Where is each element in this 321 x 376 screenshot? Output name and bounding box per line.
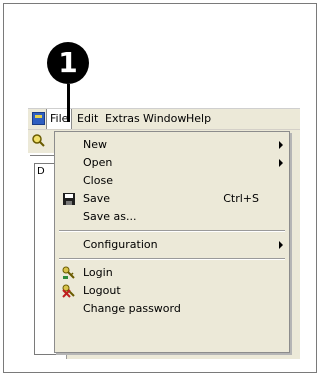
menu-item-label: Open xyxy=(83,156,113,169)
menu-edit[interactable]: Edit xyxy=(74,109,101,129)
menu-separator xyxy=(59,258,285,260)
menu-item-label: Save xyxy=(83,192,111,205)
callout-number: 1 xyxy=(47,42,89,84)
menu-item-label: Change password xyxy=(83,302,181,315)
menu-extras[interactable]: Extras xyxy=(102,109,143,129)
menu-item-new[interactable]: New xyxy=(55,136,289,154)
app-icon xyxy=(32,112,45,125)
menu-item-label: New xyxy=(83,138,107,151)
submenu-arrow-icon xyxy=(279,159,283,167)
key-logout-icon xyxy=(62,284,75,298)
menu-item-label: Configuration xyxy=(83,238,158,251)
menu-item-open[interactable]: Open xyxy=(55,154,289,172)
menu-item-logout[interactable]: Logout xyxy=(55,282,289,300)
menu-item-close[interactable]: Close xyxy=(55,172,289,190)
menu-separator xyxy=(59,230,285,232)
panel-label: D xyxy=(37,166,45,177)
menu-item-save[interactable]: Save Ctrl+S xyxy=(55,190,289,208)
menu-help[interactable]: Help xyxy=(183,109,214,129)
menu-item-change-password[interactable]: Change password xyxy=(55,300,289,318)
key-login-icon xyxy=(62,266,75,279)
menu-item-save-as[interactable]: Save as... xyxy=(55,208,289,226)
submenu-arrow-icon xyxy=(279,141,283,149)
menu-item-login[interactable]: Login xyxy=(55,264,289,282)
menu-item-label: Login xyxy=(83,266,113,279)
menu-item-configuration[interactable]: Configuration xyxy=(55,236,289,254)
shortcut-label: Ctrl+S xyxy=(223,192,259,205)
search-icon[interactable] xyxy=(31,133,45,147)
menu-item-label: Save as... xyxy=(83,210,137,223)
submenu-arrow-icon xyxy=(279,241,283,249)
callout-pointer xyxy=(67,84,70,122)
file-menu-dropdown: New Open Close Save Ctrl+S Save as... Co… xyxy=(54,131,290,353)
floppy-disk-icon xyxy=(63,193,75,205)
menu-window[interactable]: Window xyxy=(140,109,189,129)
menu-item-label: Close xyxy=(83,174,113,187)
menu-item-label: Logout xyxy=(83,284,121,297)
